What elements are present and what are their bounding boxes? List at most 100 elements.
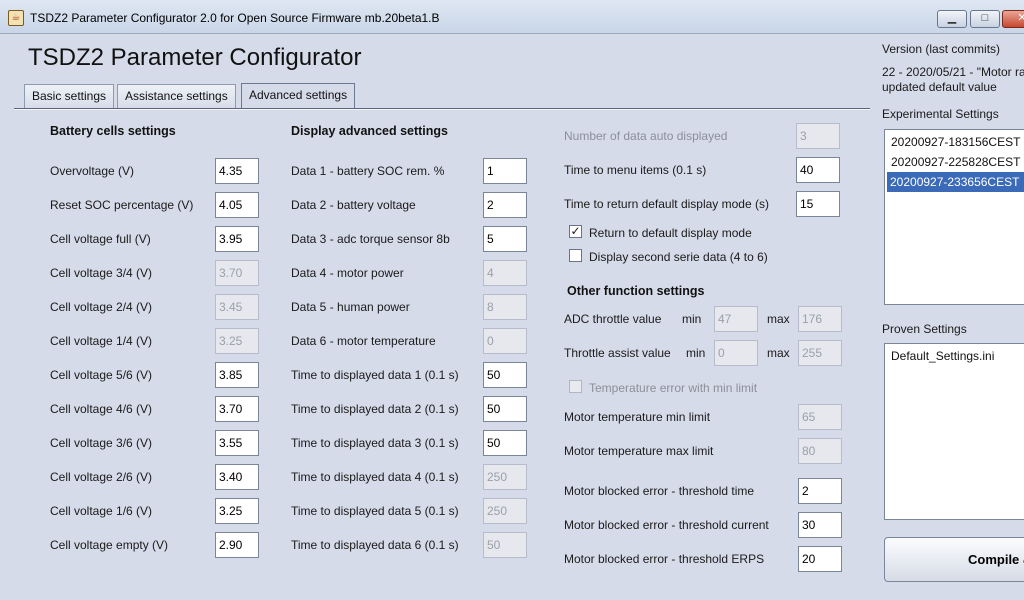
return-default-field[interactable]: 15 — [796, 191, 840, 217]
throttle-assist-min-label: min — [686, 346, 706, 360]
battery-setting-field[interactable]: 4.35 — [215, 158, 259, 184]
battery-setting-label: Cell voltage 4/6 (V) — [50, 402, 153, 416]
compile-button[interactable]: Compile & — [884, 537, 1024, 582]
battery-setting-field[interactable]: 3.25 — [215, 498, 259, 524]
maximize-icon: □ — [981, 12, 989, 24]
display-setting-label: Time to displayed data 4 (0.1 s) — [291, 470, 459, 484]
display-setting-label: Data 4 - motor power — [291, 266, 404, 280]
adc-throttle-max-field[interactable]: 176 — [798, 306, 842, 332]
display-setting-field[interactable]: 5 — [483, 226, 527, 252]
return-default-label: Time to return default display mode (s) — [564, 197, 769, 211]
version-label: Version (last commits) — [882, 42, 1001, 56]
display-setting-field[interactable]: 50 — [483, 362, 527, 388]
display-setting-label: Time to displayed data 6 (0.1 s) — [291, 538, 459, 552]
display-setting-label: Time to displayed data 3 (0.1 s) — [291, 436, 459, 450]
window-title: TSDZ2 Parameter Configurator 2.0 for Ope… — [30, 11, 440, 25]
close-button[interactable]: ✕ — [1002, 10, 1024, 28]
java-icon: ☕ — [8, 10, 24, 26]
adc-throttle-min-field[interactable]: 47 — [714, 306, 758, 332]
display-heading: Display advanced settings — [291, 124, 449, 138]
battery-setting-field[interactable]: 3.55 — [215, 430, 259, 456]
display-setting-field[interactable]: 0 — [483, 328, 527, 354]
tab-basic-settings[interactable]: Basic settings — [24, 84, 115, 108]
proven-settings-list[interactable]: Default_Settings.ini — [884, 343, 1024, 520]
version-line-2: updated default value — [882, 80, 997, 94]
experimental-label: Experimental Settings — [882, 107, 999, 121]
battery-setting-label: Cell voltage full (V) — [50, 232, 151, 246]
display-setting-field[interactable]: 250 — [483, 464, 527, 490]
display-setting-label: Data 1 - battery SOC rem. % — [291, 164, 445, 178]
motor-temp-max-label: Motor temperature max limit — [564, 444, 714, 458]
return-default-checkbox[interactable]: ✓ — [569, 225, 582, 238]
tab-advanced-settings[interactable]: Advanced settings — [241, 83, 356, 109]
list-item[interactable]: 20200927-225828CEST — [888, 152, 1020, 172]
display-setting-field[interactable]: 250 — [483, 498, 527, 524]
motor-temp-max-field[interactable]: 80 — [798, 438, 842, 464]
tab-divider — [14, 108, 870, 110]
battery-setting-label: Cell voltage empty (V) — [50, 538, 169, 552]
adc-throttle-min-label: min — [682, 312, 702, 326]
adc-throttle-label: ADC throttle value — [564, 312, 662, 326]
second-serie-checkbox[interactable] — [569, 249, 582, 262]
battery-setting-field[interactable]: 4.05 — [215, 192, 259, 218]
motor-temp-min-field[interactable]: 65 — [798, 404, 842, 430]
display-setting-field[interactable]: 4 — [483, 260, 527, 286]
battery-heading: Battery cells settings — [50, 124, 176, 138]
battery-setting-label: Overvoltage (V) — [50, 164, 135, 178]
display-setting-field[interactable]: 50 — [483, 430, 527, 456]
auto-displayed-label: Number of data auto displayed — [564, 129, 728, 143]
display-setting-label: Data 6 - motor temperature — [291, 334, 436, 348]
display-setting-field[interactable]: 8 — [483, 294, 527, 320]
battery-setting-label: Cell voltage 5/6 (V) — [50, 368, 153, 382]
battery-setting-field[interactable]: 3.70 — [215, 260, 259, 286]
battery-setting-label: Cell voltage 3/4 (V) — [50, 266, 153, 280]
minimize-button[interactable]: ▁ — [937, 10, 967, 28]
blocked-current-label: Motor blocked error - threshold current — [564, 518, 769, 532]
battery-setting-label: Cell voltage 3/6 (V) — [50, 436, 153, 450]
auto-displayed-field[interactable]: 3 — [796, 123, 840, 149]
close-icon: ✕ — [1017, 12, 1024, 24]
throttle-assist-label: Throttle assist value — [564, 346, 671, 360]
proven-label: Proven Settings — [882, 322, 967, 336]
battery-setting-field[interactable]: 3.70 — [215, 396, 259, 422]
battery-setting-field[interactable]: 2.90 — [215, 532, 259, 558]
throttle-assist-max-label: max — [767, 346, 790, 360]
list-item[interactable]: Default_Settings.ini — [888, 346, 994, 366]
display-setting-label: Time to displayed data 2 (0.1 s) — [291, 402, 459, 416]
maximize-button[interactable]: □ — [970, 10, 1000, 28]
second-serie-checkbox-label: Display second serie data (4 to 6) — [589, 250, 768, 264]
battery-setting-label: Cell voltage 2/4 (V) — [50, 300, 153, 314]
battery-setting-field[interactable]: 3.85 — [215, 362, 259, 388]
list-item-selected[interactable]: 20200927-233656CEST — [887, 172, 1024, 192]
list-item[interactable]: 20200927-183156CEST — [888, 132, 1020, 152]
battery-setting-label: Cell voltage 1/4 (V) — [50, 334, 153, 348]
battery-setting-label: Cell voltage 1/6 (V) — [50, 504, 153, 518]
display-setting-field[interactable]: 50 — [483, 396, 527, 422]
display-setting-label: Time to displayed data 5 (0.1 s) — [291, 504, 459, 518]
battery-setting-field[interactable]: 3.40 — [215, 464, 259, 490]
battery-setting-field[interactable]: 3.45 — [215, 294, 259, 320]
battery-setting-field[interactable]: 3.95 — [215, 226, 259, 252]
experimental-settings-list[interactable]: 20200927-183156CEST 20200927-225828CEST … — [884, 129, 1024, 305]
display-setting-field[interactable]: 1 — [483, 158, 527, 184]
blocked-erps-field[interactable]: 20 — [798, 546, 842, 572]
motor-temp-min-label: Motor temperature min limit — [564, 410, 711, 424]
menu-items-label: Time to menu items (0.1 s) — [564, 163, 707, 177]
temp-error-checkbox-label: Temperature error with min limit — [589, 381, 758, 395]
menu-items-field[interactable]: 40 — [796, 157, 840, 183]
display-setting-field[interactable]: 2 — [483, 192, 527, 218]
temp-error-checkbox[interactable] — [569, 380, 582, 393]
page-title: TSDZ2 Parameter Configurator — [28, 44, 362, 71]
battery-setting-field[interactable]: 3.25 — [215, 328, 259, 354]
blocked-time-field[interactable]: 2 — [798, 478, 842, 504]
throttle-assist-min-field[interactable]: 0 — [714, 340, 758, 366]
blocked-time-label: Motor blocked error - threshold time — [564, 484, 755, 498]
window-titlebar: ☕ TSDZ2 Parameter Configurator 2.0 for O… — [0, 0, 1024, 34]
display-setting-label: Data 5 - human power — [291, 300, 410, 314]
tab-assistance-settings[interactable]: Assistance settings — [117, 84, 236, 108]
blocked-current-field[interactable]: 30 — [798, 512, 842, 538]
throttle-assist-max-field[interactable]: 255 — [798, 340, 842, 366]
battery-setting-label: Cell voltage 2/6 (V) — [50, 470, 153, 484]
display-setting-field[interactable]: 50 — [483, 532, 527, 558]
version-line-1: 22 - 2020/05/21 - "Motor ra — [882, 65, 1024, 79]
